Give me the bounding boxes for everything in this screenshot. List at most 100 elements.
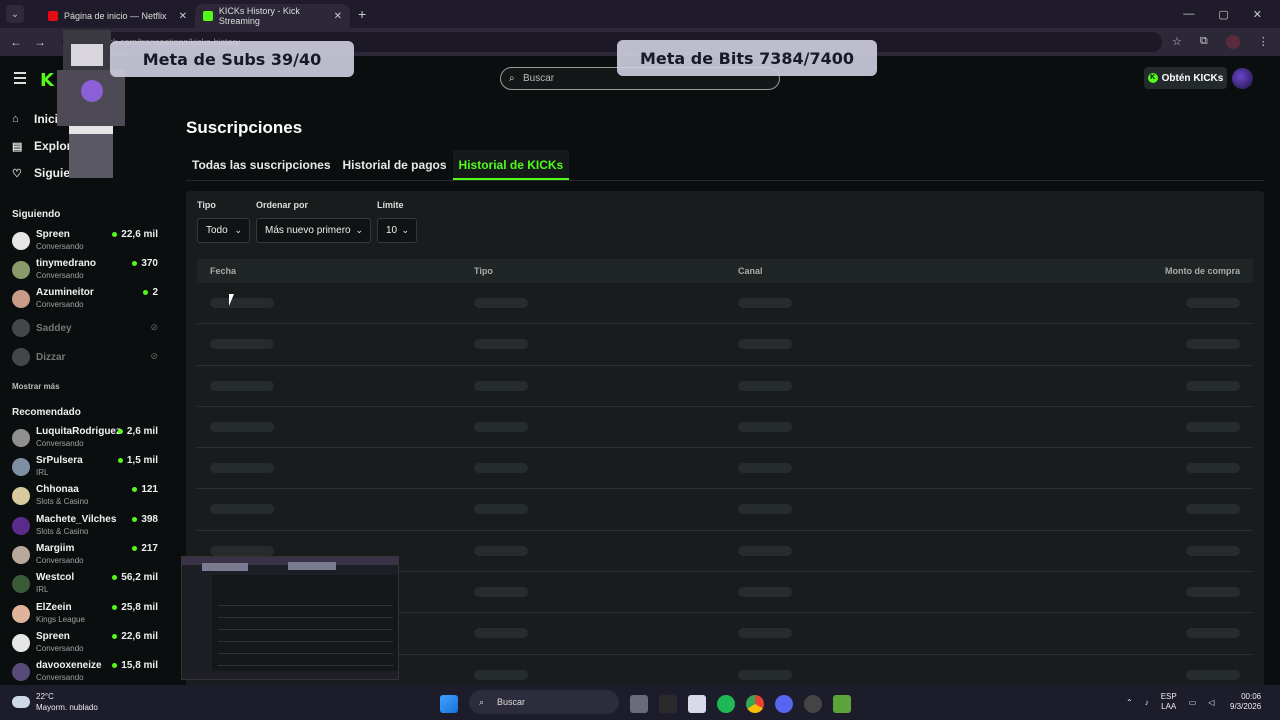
browser-tab-bar: ⌄ Página de inicio — Netflix ✕ KICKs His… <box>0 0 1280 28</box>
loading-skeleton <box>1186 421 1240 432</box>
channel-item[interactable]: SrPulsera IRL 1,5 mil <box>12 455 162 483</box>
epic-games-icon[interactable] <box>659 694 677 713</box>
channel-item[interactable]: Westcol IRL 56,2 mil <box>12 572 162 600</box>
loading-skeleton <box>474 380 528 391</box>
user-avatar[interactable] <box>1232 68 1253 89</box>
table-row <box>197 407 1253 449</box>
get-kicks-button[interactable]: K Obtén KICKs <box>1144 67 1227 89</box>
obs-icon[interactable] <box>804 694 822 713</box>
channel-category: Conversando <box>36 644 84 653</box>
tab-search-icon[interactable]: ⌄ <box>6 5 24 23</box>
loading-skeleton <box>210 298 274 308</box>
loading-skeleton <box>738 463 792 474</box>
channel-category: Conversando <box>36 673 84 682</box>
monitor-icon[interactable]: ▭ <box>1189 698 1197 707</box>
menu-icon[interactable] <box>14 72 26 87</box>
language-indicator[interactable]: ESP LAA <box>1161 692 1177 712</box>
browser-tab-netflix[interactable]: Página de inicio — Netflix ✕ <box>40 4 195 28</box>
heart-icon: ♡ <box>12 167 22 180</box>
maximize-button[interactable]: ▢ <box>1218 8 1228 21</box>
table-row <box>197 489 1253 531</box>
viewer-count: 15,8 mil <box>112 660 158 671</box>
avatar <box>12 429 30 447</box>
viewer-count: 2 <box>143 287 158 298</box>
loading-skeleton <box>210 380 274 391</box>
channel-item[interactable]: Spreen Conversando 22,6 mil <box>12 229 162 257</box>
browser-tab-kick[interactable]: KICKs History - Kick Streaming ✕ <box>195 4 350 28</box>
new-tab-button[interactable]: + <box>358 6 366 22</box>
column-header-type[interactable]: Tipo <box>474 266 493 276</box>
speaker-icon[interactable]: ◁ <box>1208 698 1214 707</box>
channel-item[interactable]: davooxeneize Conversando 15,8 mil <box>12 660 162 688</box>
forward-arrow-icon[interactable]: → <box>34 35 48 49</box>
minimize-button[interactable]: — <box>1183 8 1194 21</box>
windows-start-icon[interactable] <box>440 694 458 713</box>
loading-skeleton <box>474 504 528 515</box>
back-arrow-icon[interactable]: ← <box>10 35 24 49</box>
channel-name: LuquitaRodriguez <box>36 426 121 437</box>
column-header-channel[interactable]: Canal <box>738 266 763 276</box>
close-icon[interactable]: ✕ <box>334 11 342 22</box>
clock-time: 00:06 <box>1241 692 1262 701</box>
channel-category: Conversando <box>36 242 84 251</box>
tab-payment-history[interactable]: Historial de pagos <box>337 150 453 180</box>
type-select[interactable]: Todo ⌄ <box>197 218 250 243</box>
netflix-favicon-icon <box>48 11 58 21</box>
show-more-link[interactable]: Mostrar más <box>12 382 60 391</box>
channel-item[interactable]: ElZeein Kings League 25,8 mil <box>12 602 162 630</box>
loading-skeleton <box>738 339 792 350</box>
sort-select[interactable]: Más nuevo primero ⌄ <box>256 218 371 243</box>
channel-category: Slots & Casino <box>36 497 89 506</box>
channel-item[interactable]: Saddey ⊘ <box>12 316 162 344</box>
avatar <box>12 575 30 593</box>
kick-logo[interactable]: K <box>40 70 54 91</box>
spotify-icon[interactable] <box>717 694 735 713</box>
channel-item[interactable]: Chhonaa Slots & Casino 121 <box>12 484 162 512</box>
microphone-icon[interactable]: ♪ <box>1145 698 1149 707</box>
channel-item[interactable]: Margiim Conversando 217 <box>12 543 162 571</box>
limit-filter-label: Límite <box>377 200 404 210</box>
channel-item[interactable]: LuquitaRodriguez Conversando 2,6 mil <box>12 426 162 454</box>
column-header-amount[interactable]: Monto de compra <box>1165 266 1240 276</box>
discord-icon[interactable] <box>775 694 793 713</box>
extensions-icon[interactable]: ⧉ <box>1200 35 1208 49</box>
loading-skeleton <box>738 587 792 598</box>
chevron-up-icon[interactable]: ⌃ <box>1126 698 1133 707</box>
system-clock[interactable]: 00:06 9/3/2026 <box>1230 692 1261 712</box>
tab-kicks-history[interactable]: Historial de KICKs <box>452 150 570 180</box>
chrome-icon[interactable] <box>746 694 764 713</box>
weather-widget[interactable]: 22°C Mayorm. nublado <box>12 691 98 713</box>
chevron-down-icon: ⌄ <box>355 225 363 235</box>
channel-item[interactable]: Machete_Vilches Slots & Casino 398 <box>12 514 162 542</box>
minecraft-icon[interactable] <box>833 694 851 713</box>
loading-skeleton <box>738 504 792 515</box>
channel-item[interactable]: Spreen Conversando 22,6 mil <box>12 631 162 659</box>
close-icon[interactable]: ✕ <box>179 11 187 22</box>
loading-skeleton <box>474 628 528 639</box>
tab-title: Página de inicio — Netflix <box>64 11 167 21</box>
limit-select[interactable]: 10 ⌄ <box>377 218 417 243</box>
stream-preview-thumbnail <box>181 556 399 680</box>
taskbar-search[interactable]: ⌕ Buscar <box>469 690 619 714</box>
tab-all-subscriptions[interactable]: Todas las suscripciones <box>186 150 337 180</box>
profile-avatar[interactable] <box>1225 35 1240 49</box>
search-icon: ⌕ <box>509 73 515 84</box>
viewer-count: 121 <box>132 484 158 495</box>
kebab-menu-icon[interactable]: ⋮ <box>1258 35 1269 49</box>
taskbar-search-label: Buscar <box>497 697 526 707</box>
store-icon[interactable] <box>688 694 706 713</box>
column-header-date[interactable]: Fecha <box>210 266 236 276</box>
loading-skeleton <box>474 463 528 474</box>
loading-skeleton <box>474 587 528 598</box>
channel-category: Conversando <box>36 439 84 448</box>
channel-item[interactable]: Dizzar ⊘ <box>12 345 162 373</box>
channel-name: tinymedrano <box>36 258 97 269</box>
avatar <box>12 319 30 337</box>
task-view-icon[interactable] <box>630 694 648 713</box>
channel-item[interactable]: tinymedrano Conversando 370 <box>12 258 162 286</box>
close-window-button[interactable]: ✕ <box>1253 8 1262 21</box>
channel-category: Conversando <box>36 300 84 309</box>
channel-item[interactable]: Azumineitor Conversando 2 <box>12 287 162 315</box>
viewer-count: 22,6 mil <box>112 631 158 642</box>
star-icon[interactable]: ☆ <box>1172 35 1182 49</box>
